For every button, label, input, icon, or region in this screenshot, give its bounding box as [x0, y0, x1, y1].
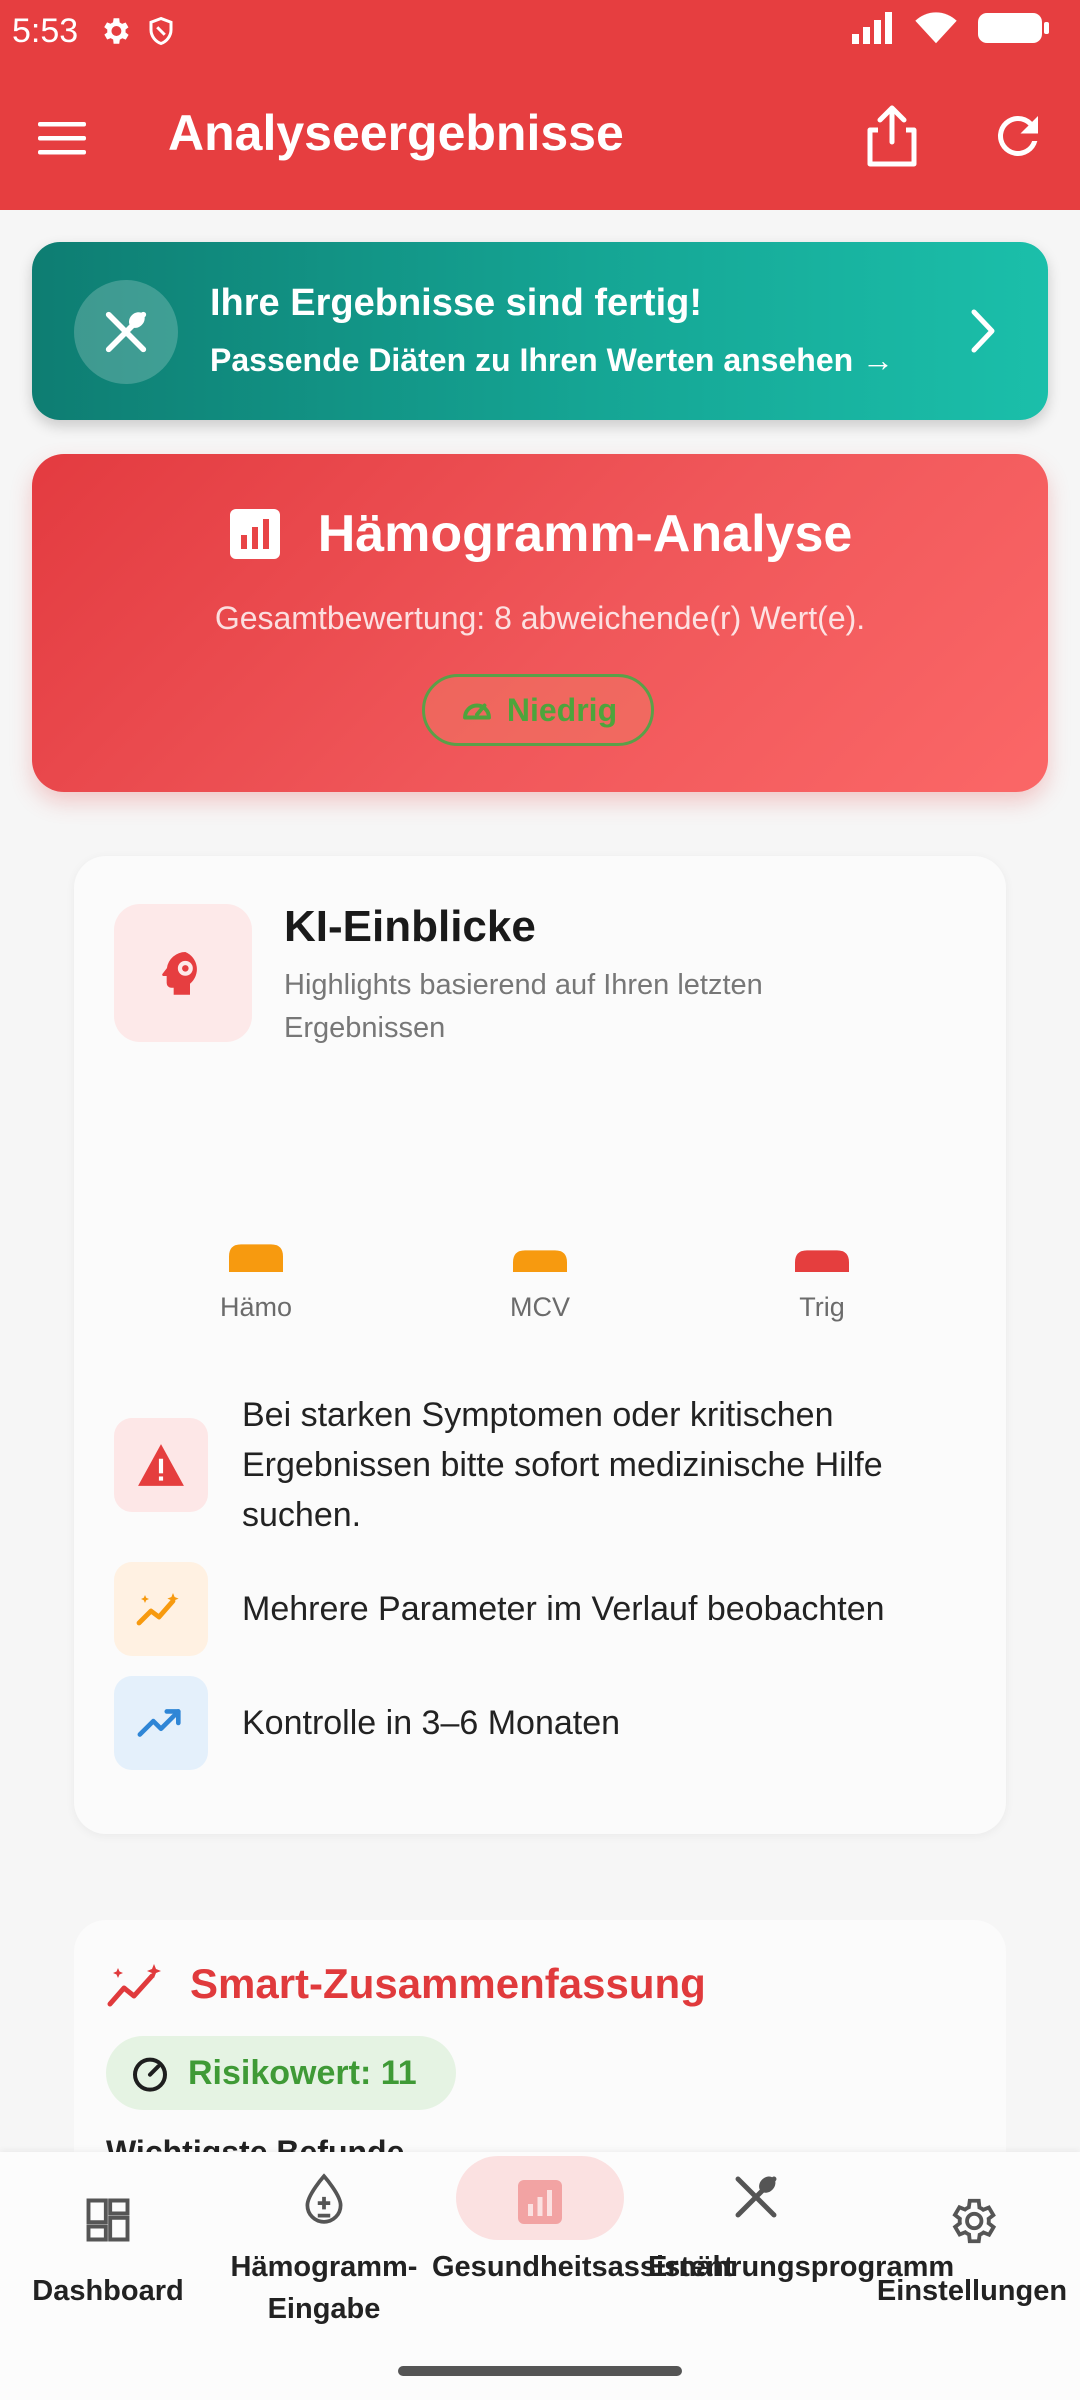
- ai-icon-box: [114, 904, 252, 1042]
- nav-hemogram-input[interactable]: Hämogramm-Eingabe: [216, 2152, 432, 2400]
- warning-icon: [138, 1444, 184, 1486]
- speedometer-icon: [133, 2057, 167, 2092]
- ai-insights-card: KI-Einblicke Highlights basierend auf Ih…: [74, 856, 1006, 1834]
- home-indicator[interactable]: [398, 2366, 682, 2376]
- insight-text: Bei starken Symptomen oder kritischen Er…: [242, 1396, 883, 1534]
- chart-category-label: Trig: [799, 1292, 845, 1322]
- signal-icon: [852, 12, 892, 44]
- promo-subtitle: Passende Diäten zu Ihren Werten ansehen …: [210, 342, 895, 378]
- settings-status-icon: [104, 18, 129, 44]
- ai-insights-title: KI-Einblicke: [284, 902, 536, 951]
- smart-summary-title: Smart-Zusammenfassung: [190, 1960, 706, 2007]
- auto-graph-icon: [107, 1964, 161, 2007]
- chevron-right-icon: [971, 309, 995, 353]
- trending-up-icon: [137, 1709, 181, 1737]
- chart-bar-hämo: [229, 1244, 283, 1272]
- chart-category-label: MCV: [510, 1292, 570, 1322]
- brain-gear-icon: [162, 952, 197, 995]
- analytics-icon: [518, 2180, 562, 2224]
- hemogram-title: Hämogramm-Analyse: [317, 505, 853, 563]
- status-time: 5:53: [12, 11, 79, 50]
- insight-trend-box: [114, 1562, 208, 1656]
- nav-settings[interactable]: Einstellungen: [864, 2152, 1080, 2400]
- chart-bar-trig: [795, 1250, 849, 1272]
- blood-drop-icon: [305, 2173, 343, 2224]
- insight-warning-box: [114, 1418, 208, 1512]
- shield-status-icon: [149, 16, 173, 46]
- page-title: Analyseergebnisse: [168, 105, 624, 161]
- insight-text: Mehrere Parameter im Verlauf beobachten: [242, 1590, 885, 1628]
- nav-label: Ernährungsprogramm: [648, 2251, 955, 2283]
- insight-trending-box: [114, 1676, 208, 1770]
- speedometer-icon: [462, 703, 491, 720]
- nav-label: Gesundheitsassistent: [432, 2251, 734, 2283]
- chart-category-label: Hämo: [220, 1292, 292, 1322]
- status-badge: Niedrig: [422, 674, 654, 746]
- overall-assessment: Gesamtbewertung: 8 abweichende(r) Wert(e…: [214, 600, 866, 636]
- nav-nutrition-program[interactable]: Ernährungsprogramm: [648, 2152, 955, 2400]
- diet-promo-card[interactable]: Ihre Ergebnisse sind fertig! Passende Di…: [32, 242, 1048, 420]
- chart-bar-mcv: [513, 1250, 567, 1272]
- nav-label: Hämogramm-Eingabe: [230, 2251, 418, 2325]
- insights-bar-chart: Hämo MCV Trig: [220, 1244, 849, 1322]
- nav-health-assistant[interactable]: Gesundheitsassistent: [432, 2152, 734, 2400]
- refresh-icon[interactable]: [988, 106, 1048, 166]
- status-bar: 5:53: [0, 0, 1080, 62]
- risk-score-label: Risikowert: 11: [188, 2053, 417, 2092]
- trend-sparkle-icon: [136, 1593, 179, 1626]
- fork-spoon-icon: [735, 2176, 777, 2218]
- share-icon[interactable]: [862, 102, 922, 168]
- bottom-navigation: Dashboard Hämogramm-Eingabe Gesundheitsa…: [0, 2152, 1080, 2400]
- menu-icon[interactable]: [36, 112, 88, 164]
- bar-chart-icon: [229, 509, 280, 559]
- fork-spoon-icon: [105, 311, 147, 353]
- battery-icon: [978, 13, 1049, 43]
- nav-dashboard[interactable]: Dashboard: [0, 2152, 216, 2400]
- ai-insights-subtitle: Highlights basierend auf Ihren letzten E…: [284, 969, 763, 1044]
- dashboard-icon: [86, 2198, 130, 2242]
- promo-icon-circle: [74, 280, 178, 384]
- promo-title: Ihre Ergebnisse sind fertig!: [210, 282, 702, 324]
- risk-score-badge: Risikowert: 11: [106, 2036, 456, 2110]
- app-bar: Analyseergebnisse: [0, 62, 1080, 210]
- insight-text: Kontrolle in 3–6 Monaten: [242, 1704, 621, 1742]
- nav-label: Einstellungen: [876, 2275, 1068, 2307]
- hemogram-summary-card: Hämogramm-Analyse Gesamtbewertung: 8 abw…: [32, 454, 1048, 792]
- gear-icon: [952, 2198, 997, 2244]
- status-badge-label: Niedrig: [506, 691, 618, 728]
- nav-label: Dashboard: [32, 2275, 184, 2307]
- wifi-icon: [915, 12, 957, 44]
